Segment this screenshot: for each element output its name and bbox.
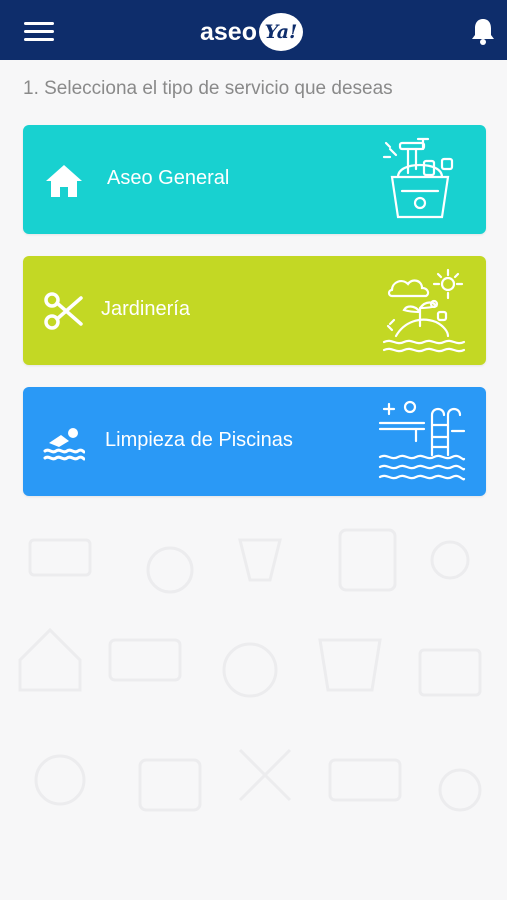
top-app-bar: aseo Ya!	[0, 0, 507, 60]
app-logo: aseo Ya!	[200, 12, 303, 52]
pool-ladder-icon	[378, 400, 466, 481]
menu-icon[interactable]	[24, 22, 54, 42]
garden-plant-icon	[382, 268, 466, 353]
page-heading: 1. Selecciona el tipo de servicio que de…	[23, 78, 393, 99]
swimmer-icon	[43, 428, 85, 461]
cleaning-bucket-icon	[382, 137, 454, 219]
service-card-aseo-general[interactable]: Aseo General	[23, 125, 486, 234]
logo-text: aseo	[200, 17, 257, 46]
service-label: Aseo General	[107, 167, 230, 189]
service-card-jardineria[interactable]: Jardinería	[23, 256, 486, 365]
service-label: Limpieza de Piscinas	[105, 429, 293, 451]
home-icon	[46, 165, 82, 197]
bell-icon[interactable]	[469, 16, 497, 46]
service-card-limpieza-piscinas[interactable]: Limpieza de Piscinas	[23, 387, 486, 496]
logo-badge: Ya!	[258, 13, 303, 51]
scissors-icon	[44, 292, 83, 330]
service-label: Jardinería	[101, 298, 190, 320]
